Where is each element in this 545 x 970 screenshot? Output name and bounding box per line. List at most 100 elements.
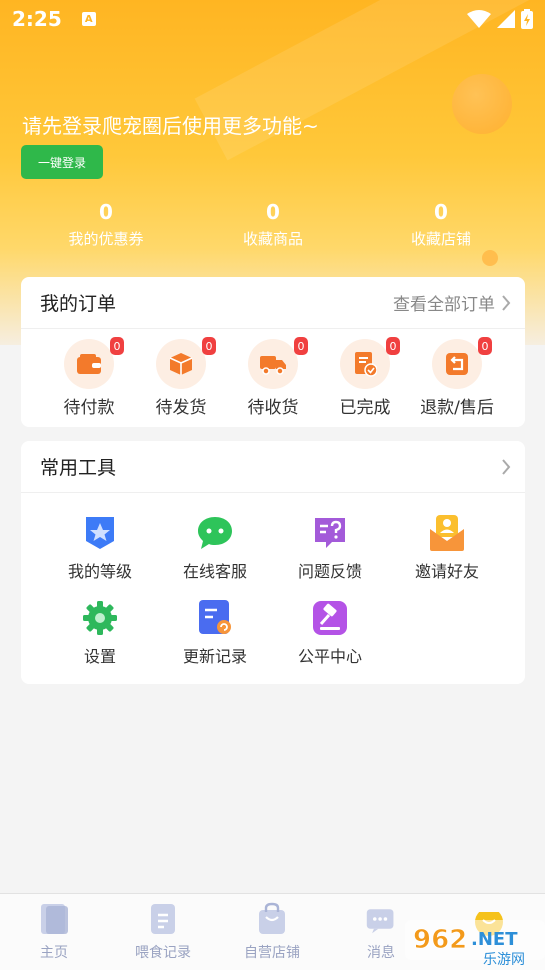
- order-badge: 0: [478, 337, 492, 355]
- tab-feeding-record[interactable]: 喂食记录: [113, 902, 213, 962]
- orders-title: 我的订单: [40, 293, 117, 315]
- tool-label: 公平中心: [297, 647, 362, 666]
- order-icon-circle: 0: [156, 337, 216, 389]
- tool-label: 问题反馈: [297, 562, 362, 581]
- tool-feedback[interactable]: 问题反馈: [275, 514, 385, 582]
- tab-self-shop[interactable]: 自营店铺: [222, 902, 322, 962]
- update-log-icon: [199, 600, 231, 634]
- tab-label: 自营店铺: [244, 945, 300, 961]
- order-badge: 0: [386, 337, 400, 355]
- status-time: 2:25: [12, 7, 62, 31]
- stat-label: 收藏商品: [242, 230, 303, 248]
- tools-card: 常用工具 我的等级 在线客服 问题反馈 邀请好友 设置 更新记录 公平中心: [21, 441, 525, 684]
- order-label: 退款/售后: [420, 398, 494, 418]
- view-all-orders-link[interactable]: 查看全部订单: [393, 290, 511, 315]
- refund-icon: [446, 353, 468, 375]
- gear-icon: [83, 601, 117, 635]
- order-pending-receipt[interactable]: 0 待收货: [233, 337, 313, 418]
- package-icon: [169, 353, 193, 375]
- tool-invite-friends[interactable]: 邀请好友: [392, 514, 502, 582]
- order-icon-circle: 0: [432, 337, 492, 389]
- tool-update-log[interactable]: 更新记录: [160, 599, 270, 667]
- tab-icon-box: [147, 902, 179, 936]
- tab-icon-box: [38, 902, 70, 936]
- signal-icon: [497, 10, 515, 28]
- stat-value: 0: [99, 200, 113, 224]
- order-label: 待发货: [155, 398, 207, 418]
- chat-bubble-icon: [198, 517, 232, 549]
- tab-label: 喂食记录: [135, 945, 191, 961]
- svg-text:乐游网: 乐游网: [483, 952, 525, 968]
- tool-icon-box: [428, 514, 466, 552]
- tool-icon-box: [196, 599, 234, 637]
- truck-icon: [260, 356, 286, 375]
- completed-doc-icon: [355, 352, 377, 377]
- order-label: 待收货: [247, 398, 299, 418]
- tools-title: 常用工具: [40, 457, 117, 479]
- stat-label: 收藏店铺: [410, 230, 471, 248]
- stats-row: 0 我的优惠券 0 收藏商品 0 收藏店铺: [0, 200, 545, 260]
- watermark-badge-icon: 962 .NET 乐游网: [405, 908, 545, 968]
- tab-icon-box: [365, 902, 397, 936]
- tab-icon-box: [256, 902, 288, 936]
- order-completed[interactable]: 0 已完成: [325, 337, 405, 418]
- home-icon: [41, 904, 68, 934]
- tool-fairness-center[interactable]: 公平中心: [275, 599, 385, 667]
- question-feedback-icon: [315, 518, 345, 548]
- svg-text:962: 962: [413, 925, 467, 955]
- tool-settings[interactable]: 设置: [45, 599, 155, 667]
- tool-icon-box: [196, 514, 234, 552]
- tool-label: 设置: [83, 647, 116, 666]
- orders-card-header: 我的订单 查看全部订单: [21, 277, 525, 329]
- order-icon-circle: 0: [64, 337, 124, 389]
- notification-icon: A: [81, 12, 96, 26]
- tool-icon-box: [311, 514, 349, 552]
- orders-card: 我的订单 查看全部订单 0 待付款 0 待发货 0 待收货 0 已完成 0 退款…: [21, 277, 525, 427]
- tool-icon-box: [81, 599, 119, 637]
- tool-label: 邀请好友: [414, 562, 479, 581]
- order-badge: 0: [294, 337, 308, 355]
- order-pending-shipment[interactable]: 0 待发货: [141, 337, 221, 418]
- login-prompt-text: 请先登录爬宠圈后使用更多功能~: [22, 114, 319, 138]
- chevron-right-icon: [502, 458, 511, 475]
- order-label: 已完成: [339, 398, 391, 418]
- tool-my-level[interactable]: 我的等级: [45, 514, 155, 582]
- stat-coupons[interactable]: 0 我的优惠券: [36, 200, 176, 249]
- stat-favorite-shops[interactable]: 0 收藏店铺: [371, 200, 511, 249]
- order-badge: 0: [202, 337, 216, 355]
- order-icon-circle: 0: [248, 337, 308, 389]
- status-bar: 2:25 A: [0, 0, 545, 38]
- stat-value: 0: [266, 200, 280, 224]
- battery-icon: [521, 9, 533, 29]
- tool-icon-box: [311, 599, 349, 637]
- tool-icon-box: [81, 514, 119, 552]
- tab-label: 主页: [40, 945, 68, 961]
- view-all-orders-label: 查看全部订单: [393, 295, 495, 315]
- stat-value: 0: [434, 200, 448, 224]
- message-icon: [366, 909, 394, 934]
- tools-grid: 我的等级 在线客服 问题反馈 邀请好友 设置 更新记录 公平中心: [21, 493, 525, 683]
- wallet-icon: [77, 354, 101, 374]
- order-badge: 0: [110, 337, 124, 355]
- order-label: 待付款: [63, 398, 115, 418]
- invite-envelope-icon: [430, 515, 464, 551]
- svg-text:.NET: .NET: [471, 929, 518, 950]
- level-star-icon: [86, 517, 114, 549]
- one-click-login-button[interactable]: 一键登录: [21, 145, 103, 179]
- tool-label: 在线客服: [182, 562, 247, 581]
- order-refund-aftersale[interactable]: 0 退款/售后: [417, 337, 497, 418]
- tool-label: 我的等级: [67, 562, 132, 581]
- watermark-logo: 962 .NET 乐游网: [405, 908, 545, 970]
- tools-more-link[interactable]: [501, 458, 511, 475]
- order-pending-payment[interactable]: 0 待付款: [49, 337, 129, 418]
- shop-bag-icon: [259, 902, 285, 934]
- gavel-icon: [313, 601, 347, 635]
- tab-home[interactable]: 主页: [4, 902, 104, 962]
- wifi-icon: [467, 10, 491, 28]
- decorative-circle: [452, 74, 512, 134]
- orders-row: 0 待付款 0 待发货 0 待收货 0 已完成 0 退款/售后: [21, 329, 525, 425]
- tools-card-header[interactable]: 常用工具: [21, 441, 525, 493]
- tool-online-service[interactable]: 在线客服: [160, 514, 270, 582]
- stat-label: 我的优惠券: [68, 230, 144, 248]
- stat-favorite-products[interactable]: 0 收藏商品: [203, 200, 343, 249]
